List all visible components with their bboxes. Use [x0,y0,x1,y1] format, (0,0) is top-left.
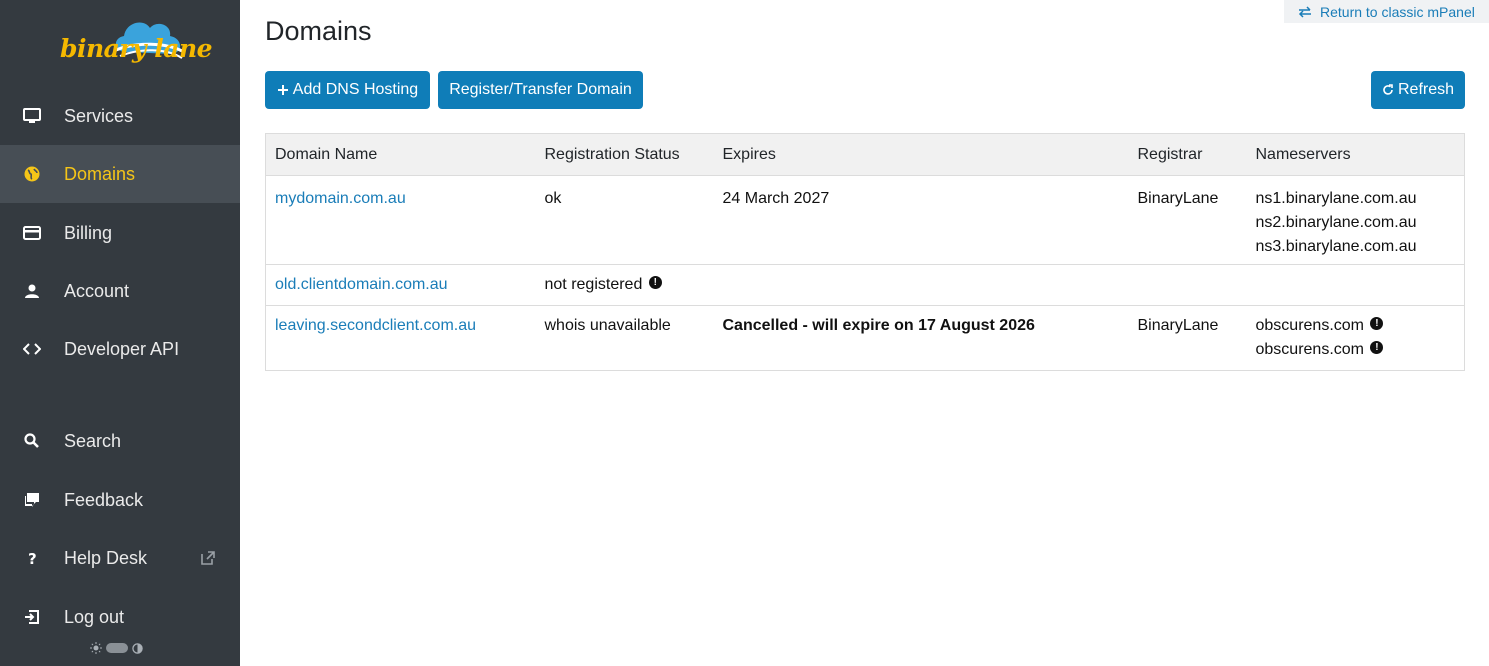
classic-link-label: Return to classic mPanel [1320,3,1475,20]
sidebar-item-developer-api[interactable]: Developer API [0,320,240,378]
sun-icon [90,642,102,654]
status-text: not registered [544,276,643,293]
column-header-expires[interactable]: Expires [713,133,1129,176]
expires-cell: 24 March 2027 [713,175,1129,265]
refresh-button[interactable]: Refresh [1371,71,1465,109]
expires-cell [713,264,1129,306]
refresh-label: Refresh [1397,81,1455,98]
registrar-cell: BinaryLane [1128,175,1247,265]
sidebar-item-billing[interactable]: Billing [0,204,240,262]
domain-link[interactable]: leaving.secondclient.com.au [275,317,476,334]
globe-icon [0,165,64,183]
nameservers-cell: obscurens.com ! obscurens.com ! [1246,305,1465,371]
sidebar-item-label: Account [64,280,130,301]
sidebar-item-feedback[interactable]: Feedback [0,471,240,529]
table-header-row: Domain Name Registration Status Expires … [265,133,1465,176]
warning-icon[interactable]: ! [648,276,662,290]
sidebar-item-log-out[interactable]: Log out [0,588,240,646]
nameserver: ns1.binarylane.com.au [1255,190,1417,207]
warning-icon[interactable]: ! [1370,317,1384,331]
nameserver: ns3.binarylane.com.au [1255,238,1417,255]
warning-icon[interactable]: ! [1370,341,1384,355]
table-row: leaving.secondclient.com.au whois unavai… [265,305,1465,371]
column-header-domain-name[interactable]: Domain Name [265,133,536,176]
sidebar-item-help-desk[interactable]: ? Help Desk [0,529,240,587]
domain-link[interactable]: mydomain.com.au [275,190,406,207]
expires-cell: Cancelled - will expire on 17 August 202… [713,305,1129,371]
nameserver: ns2.binarylane.com.au [1255,214,1417,231]
sidebar-item-label: Services [64,105,134,126]
swap-arrows-icon [1298,5,1311,18]
sidebar: binary lane Services Domains Billing Acc… [0,0,240,666]
toggle-switch[interactable] [106,643,128,653]
sidebar-item-label: Feedback [64,489,144,510]
column-header-nameservers[interactable]: Nameservers [1246,133,1465,176]
plus-icon [277,85,288,95]
sidebar-item-search[interactable]: Search [0,412,240,470]
sidebar-item-label: Domains [64,163,136,184]
logo-text: binary lane [60,34,213,63]
refresh-icon [1383,84,1393,95]
table-row: mydomain.com.au ok 24 March 2027 BinaryL… [265,175,1465,265]
domains-table: Domain Name Registration Status Expires … [265,133,1465,371]
return-classic-mpanel-link[interactable]: Return to classic mPanel [1284,0,1489,23]
add-dns-hosting-button[interactable]: Add DNS Hosting [265,71,430,109]
page-title: Domains [265,16,372,46]
sidebar-item-label: Log out [64,606,125,627]
logout-icon [0,608,64,626]
registrar-cell [1128,264,1247,306]
domain-link[interactable]: old.clientdomain.com.au [275,276,448,293]
status-cell: not registered ! [535,264,714,306]
sidebar-item-services[interactable]: Services [0,87,240,145]
nameservers-cell: ns1.binarylane.com.au ns2.binarylane.com… [1246,175,1465,265]
nameservers-cell [1246,264,1465,306]
status-cell: whois unavailable [535,305,714,371]
code-icon [0,340,64,358]
svg-text:?: ? [28,550,37,567]
register-transfer-domain-button[interactable]: Register/Transfer Domain [438,71,643,109]
search-icon [0,432,64,450]
contrast-icon [132,642,143,654]
theme-toggle[interactable] [90,642,143,654]
chat-icon [0,491,64,509]
monitor-icon [0,107,64,125]
register-transfer-label: Register/Transfer Domain [449,81,632,98]
nameserver-text: obscurens.com [1255,317,1365,334]
registrar-cell: BinaryLane [1128,305,1247,371]
sidebar-item-label: Help Desk [64,547,148,568]
question-icon: ? [0,549,64,567]
domain-cell: leaving.secondclient.com.au [265,305,536,371]
domain-cell: mydomain.com.au [265,175,536,265]
user-icon [0,282,64,300]
external-link-icon [201,551,215,565]
column-header-registration-status[interactable]: Registration Status [535,133,714,176]
column-header-registrar[interactable]: Registrar [1128,133,1247,176]
nameserver-text: obscurens.com [1255,341,1365,358]
sidebar-item-account[interactable]: Account [0,262,240,320]
nameserver: obscurens.com ! [1256,338,1456,362]
binary-lane-logo[interactable]: binary lane [56,12,213,74]
credit-card-icon [0,224,64,242]
sidebar-item-label: Billing [64,222,113,243]
status-cell: ok [535,175,714,265]
sidebar-item-domains[interactable]: Domains [0,145,240,203]
add-dns-label: Add DNS Hosting [292,81,419,98]
domain-cell: old.clientdomain.com.au [265,264,536,306]
sidebar-item-label: Search [64,430,122,451]
sidebar-item-label: Developer API [64,338,180,359]
nameserver: obscurens.com ! [1256,314,1456,338]
table-row: old.clientdomain.com.au not registered ! [265,264,1465,306]
